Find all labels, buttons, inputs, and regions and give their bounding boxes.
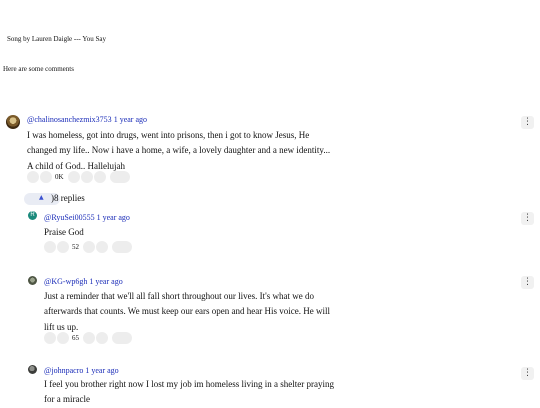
comment-time: 1 year ago — [113, 115, 148, 124]
avatar[interactable] — [6, 115, 20, 129]
like-button[interactable] — [44, 332, 56, 344]
share-button[interactable] — [93, 171, 106, 183]
reply-button[interactable] — [112, 241, 132, 253]
reply-button[interactable] — [112, 332, 132, 344]
dislike-button[interactable] — [83, 332, 95, 344]
chevron-up-icon: ▲ — [39, 194, 44, 201]
reply-actions: 52 — [44, 241, 132, 253]
more-options-icon[interactable]: ⋮ — [521, 367, 534, 380]
more-options-icon[interactable]: ⋮ — [521, 116, 534, 129]
avatar[interactable] — [28, 365, 37, 374]
reply-author[interactable]: @johnpacro 1 year ago — [44, 366, 119, 375]
like-count-bubble — [57, 241, 69, 253]
reply-actions: 65 — [44, 332, 132, 344]
reply-author[interactable]: @KG-wp6gh 1 year ago — [44, 277, 123, 286]
more-options-icon[interactable]: ⋮ — [521, 212, 534, 225]
like-count: 0K — [55, 173, 64, 181]
like-count: 65 — [72, 334, 79, 342]
comments-intro: Here are some comments — [3, 65, 74, 73]
song-title: Song by Lauren Daigle --- You Say — [7, 35, 106, 43]
more-options-icon[interactable]: ⋮ — [521, 276, 534, 289]
like-button[interactable] — [27, 171, 39, 183]
dislike-button[interactable] — [83, 241, 95, 253]
dislike-button-alt[interactable] — [80, 171, 93, 183]
reply-author[interactable]: @RyuSei00555 1 year ago — [44, 213, 130, 222]
avatar[interactable] — [28, 276, 37, 285]
comment-author[interactable]: @chalinosanchezmix3753 1 year ago — [27, 115, 147, 124]
like-button[interactable] — [44, 241, 56, 253]
dislike-button[interactable] — [67, 171, 80, 183]
reply-text: Praise God — [44, 227, 84, 237]
like-count: 52 — [72, 243, 79, 251]
replies-count[interactable]: )8 replies — [51, 193, 85, 203]
share-button[interactable] — [96, 241, 108, 253]
avatar[interactable]: R — [28, 211, 37, 220]
like-count-bubble — [57, 332, 69, 344]
reply-button[interactable] — [109, 171, 130, 183]
share-button[interactable] — [96, 332, 108, 344]
comment-actions: 0K — [27, 171, 130, 183]
reply-text: Just a reminder that we'll all fall shor… — [44, 291, 331, 332]
comment-text: I was homeless, got into drugs, went int… — [27, 130, 331, 171]
reply-text: I feel you brother right now I lost my j… — [44, 379, 334, 405]
like-count-bubble — [40, 171, 52, 183]
